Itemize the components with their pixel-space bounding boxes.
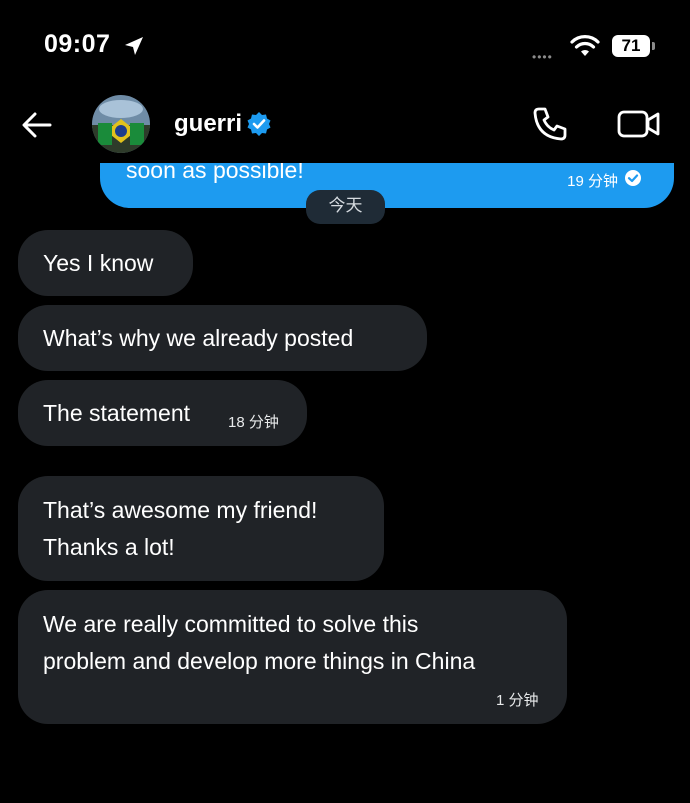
contact-name[interactable]: guerri [174,110,242,138]
message-text: The statement [43,400,191,426]
back-arrow-icon[interactable] [20,108,54,142]
message-text-line: Thanks a lot! [43,534,175,560]
cellular-signal-icon: •••• [532,50,553,64]
message-text-line: We are really committed to solve this [43,611,419,637]
received-message-bubble[interactable]: We are really committed to solve this pr… [18,590,567,724]
message-text: What’s why we already posted [43,325,354,351]
message-text-line: problem and develop more things in China [43,648,476,674]
sent-message-text: soon as possible! [126,163,304,183]
message-time: 18 分钟 [228,414,279,431]
received-message-bubble[interactable]: The statement 18 分钟 [18,380,307,446]
status-time: 09:07 [44,30,111,58]
sent-message-bubble[interactable]: soon as possible! 19 分钟 [100,163,674,208]
sent-message-time: 19 分钟 [567,173,618,190]
message-text: Yes I know [43,250,154,276]
received-message-bubble[interactable]: That’s awesome my friend! Thanks a lot! [18,476,384,581]
wifi-icon [570,35,600,56]
location-arrow-icon [125,37,143,55]
battery-cap [652,42,655,50]
battery-icon: 71 [612,35,650,57]
message-text-line: That’s awesome my friend! [43,497,318,523]
message-time: 1 分钟 [496,692,539,709]
received-message-bubble[interactable]: What’s why we already posted [18,305,427,371]
received-message-bubble[interactable]: Yes I know [18,230,193,296]
read-check-icon [625,170,641,186]
video-call-icon[interactable] [617,108,661,140]
verified-badge-icon [247,112,271,136]
avatar[interactable] [92,95,150,153]
phone-call-icon[interactable] [530,104,570,144]
date-divider: 今天 [306,190,385,224]
